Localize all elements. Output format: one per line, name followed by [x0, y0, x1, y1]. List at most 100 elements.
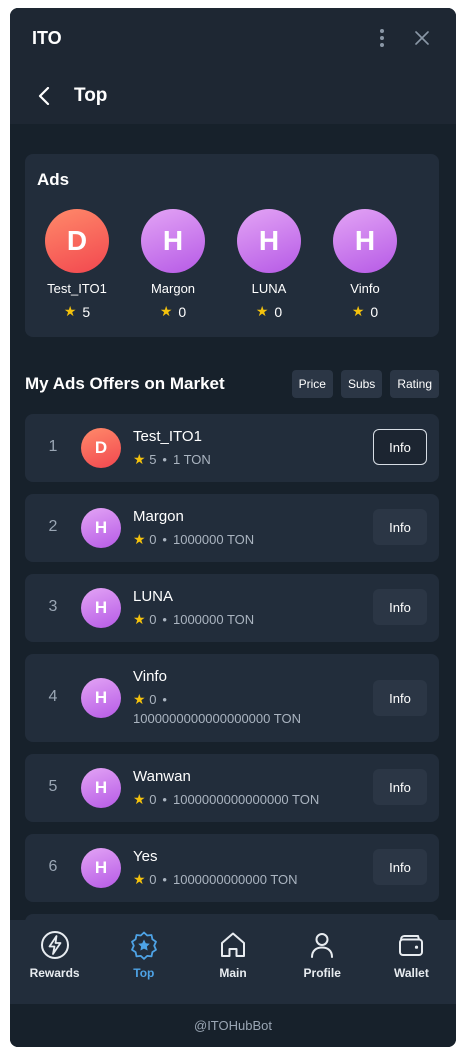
offers-header: My Ads Offers on Market Price Subs Ratin… [25, 370, 439, 398]
ads-item-rating: ★ 0 [221, 303, 317, 320]
ads-item[interactable]: H Vinfo ★ 0 [317, 209, 413, 320]
rating-value: 0 [178, 303, 187, 320]
app-title: ITO [32, 27, 62, 48]
offer-name: LUNA [133, 588, 174, 605]
offer-meta: ★ 0 • 1000000000000000 TON [133, 791, 320, 807]
ads-item[interactable]: D Test_ITO1 ★ 5 [29, 209, 125, 320]
info-button[interactable]: Info [373, 429, 427, 465]
offer-name: Wanwan [133, 768, 191, 785]
star-icon: ★ [255, 303, 269, 319]
more-vertical-icon[interactable] [362, 18, 402, 58]
offer-details: Vinfo ★ 0 • 1000000000000000000 TON [133, 668, 353, 728]
offer-row: 2 H Margon ★ 0 • 1000000 TON Info [25, 494, 439, 562]
star-icon: ★ [133, 531, 146, 547]
offer-price: 1000000000000000000 TON [133, 711, 301, 726]
rank-number: 4 [48, 688, 58, 705]
offer-price: 1000000000000 TON [172, 872, 298, 887]
sort-subs-button[interactable]: Subs [340, 370, 383, 398]
ads-item-rating: ★ 5 [29, 303, 125, 320]
section-title: My Ads Offers on Market [25, 374, 225, 393]
tab-top[interactable]: Top [99, 920, 188, 1004]
ads-item-name: LUNA [251, 281, 287, 296]
page-header: Top [10, 68, 456, 124]
mini-app-window: ITO Top Ads D Test_ITO1 ★5 H Margon ★0 [10, 8, 456, 1047]
title-bar: ITO [10, 8, 456, 68]
scroll-content[interactable]: Ads D Test_ITO1 ★ 5 H Margon ★ 0 H LUNA ★ 0… [10, 124, 456, 920]
offer-details: Wanwan ★ 0 • 1000000000000000 TON [133, 768, 373, 809]
info-button[interactable]: Info [373, 589, 427, 625]
sort-rating-button[interactable]: Rating [390, 370, 439, 398]
rating-value: 0 [149, 872, 157, 887]
ads-item-rating: ★ 0 [317, 303, 413, 320]
rating-value: 0 [149, 692, 157, 707]
tab-rewards[interactable]: Rewards [10, 920, 99, 1004]
bot-name: @ITOHubBot [194, 1018, 272, 1033]
star-icon: ★ [133, 611, 146, 627]
offer-price: 1000000 TON [172, 532, 255, 547]
rank-number: 6 [48, 858, 58, 875]
offer-details: LUNA ★ 0 • 1000000 TON [133, 588, 363, 629]
lightning-icon [40, 930, 70, 960]
offer-name: Test_ITO1 [133, 428, 202, 445]
tab-main[interactable]: Main [188, 920, 277, 1004]
rank-number: 2 [48, 518, 58, 535]
sort-price-button[interactable]: Price [291, 370, 333, 398]
star-icon: ★ [133, 871, 146, 887]
ads-item-name: Margon [150, 281, 196, 296]
rating-value: 0 [149, 532, 157, 547]
offer-meta: ★ 0 • 1000000000000 TON [133, 871, 298, 887]
ads-item[interactable]: H Margon ★ 0 [125, 209, 221, 320]
star-icon: ★ [351, 303, 365, 319]
avatar: D [81, 428, 121, 468]
ads-item[interactable]: H LUNA ★ 0 [221, 209, 317, 320]
tab-label: Top [133, 966, 155, 980]
offer-row: 5 H Wanwan ★ 0 • 1000000000000000 TON Info [25, 754, 439, 822]
offer-meta: ★ 0 • 1000000 TON [133, 611, 255, 627]
avatar: H [81, 768, 121, 808]
rating-value: 0 [370, 303, 379, 320]
home-icon [218, 930, 248, 960]
avatar: H [81, 588, 121, 628]
offer-price: 1 TON [172, 452, 211, 467]
rank-number: 5 [48, 778, 58, 795]
rating-value: 5 [82, 303, 91, 320]
tab-wallet[interactable]: Wallet [367, 920, 456, 1004]
offer-row: 6 H Yes ★ 0 • 1000000000000 TON Info [25, 834, 439, 902]
ads-item-name: Vinfo [350, 281, 380, 296]
star-icon: ★ [133, 451, 146, 467]
ads-item-name: Test_ITO1 [47, 281, 107, 296]
info-button[interactable]: Info [373, 680, 427, 716]
avatar: H [141, 209, 205, 273]
star-icon: ★ [133, 691, 146, 707]
close-icon[interactable] [402, 18, 442, 58]
ads-item-rating: ★ 0 [125, 303, 221, 320]
avatar: H [81, 678, 121, 718]
rating-value: 0 [274, 303, 283, 320]
star-icon: ★ [159, 303, 173, 319]
rank-number: 3 [48, 598, 58, 615]
avatar: H [237, 209, 301, 273]
tab-label: Rewards [29, 966, 80, 980]
tab-label: Wallet [393, 966, 429, 980]
tab-label: Main [219, 966, 247, 980]
rating-value: 5 [149, 452, 157, 467]
star-icon: ★ [63, 303, 77, 319]
offer-name: Margon [133, 508, 184, 525]
offer-name: Vinfo [133, 668, 167, 685]
info-button[interactable]: Info [373, 769, 427, 805]
tab-profile[interactable]: Profile [278, 920, 367, 1004]
user-icon [307, 930, 337, 960]
rating-value: 0 [149, 792, 157, 807]
offer-meta: ★ 0 • 1000000000000000000 TON [133, 691, 301, 726]
bottom-tab-bar: Rewards Top Main Profile Wallet [10, 920, 456, 1004]
offer-meta: ★ 0 • 1000000 TON [133, 531, 255, 547]
ads-card: Ads D Test_ITO1 ★ 5 H Margon ★ 0 H LUNA ★ 0… [25, 154, 439, 337]
info-button[interactable]: Info [373, 509, 427, 545]
offer-name: Yes [133, 848, 158, 865]
rating-value: 0 [149, 612, 157, 627]
chevron-left-icon[interactable] [34, 86, 54, 106]
offer-row: 3 H LUNA ★ 0 • 1000000 TON Info [25, 574, 439, 642]
offer-price: 1000000000000000 TON [172, 792, 320, 807]
info-button[interactable]: Info [373, 849, 427, 885]
avatar: H [81, 508, 121, 548]
